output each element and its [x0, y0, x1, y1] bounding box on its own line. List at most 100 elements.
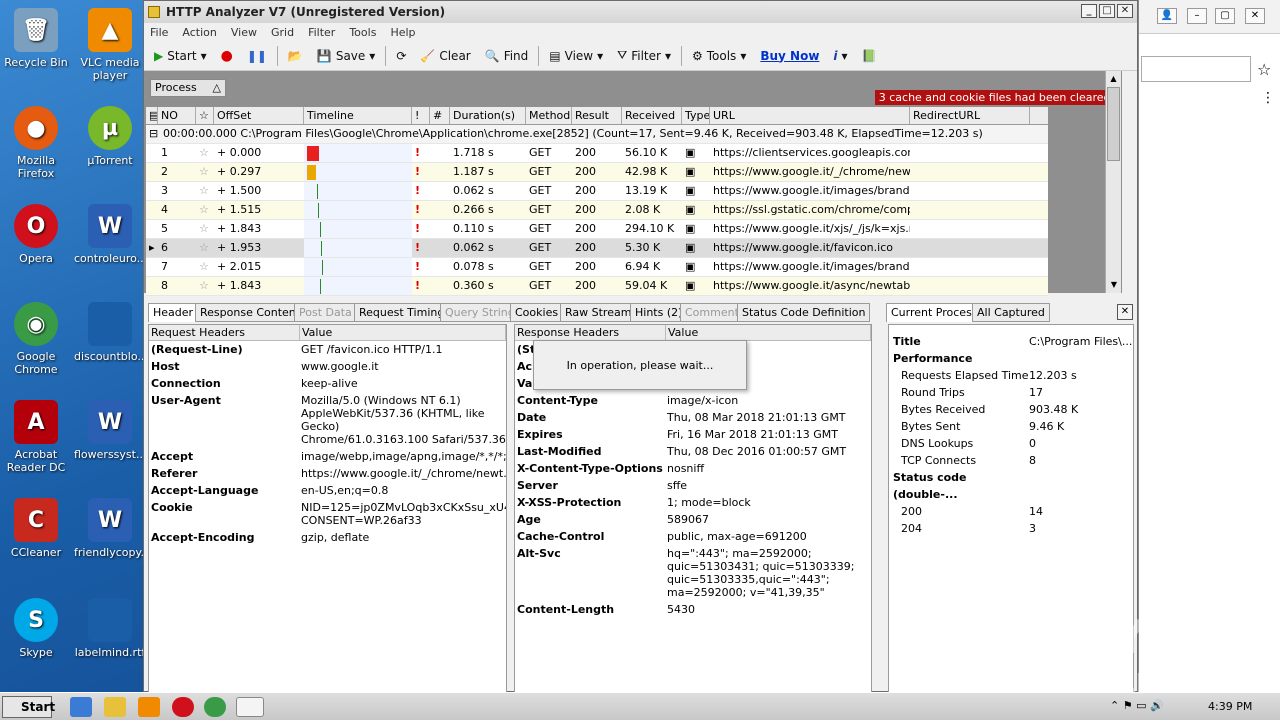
menu-help[interactable]: Help [390, 26, 415, 39]
filter-button[interactable]: ⛛ Filter ▾ [613, 46, 675, 65]
col-timeline[interactable]: Timeline [304, 107, 412, 124]
col-no[interactable]: NO [158, 107, 196, 124]
header-row[interactable]: (Request-Line) GET /favicon.ico HTTP/1.1 [149, 341, 506, 358]
minimize-button[interactable]: – [1187, 8, 1207, 24]
header-row[interactable]: Content-Length 5430 [515, 601, 871, 618]
col-type[interactable]: Type [682, 107, 710, 124]
scroll-up-icon[interactable]: ▲ [1106, 71, 1121, 87]
header-row[interactable]: Accept-Encoding gzip, deflate [149, 529, 506, 546]
table-row[interactable]: ▸ 6 ☆ + 1.953! 0.062 s GET 200 5.30 K ▣ https://w… [146, 239, 1048, 258]
tab-post-data[interactable]: Post Data [294, 303, 357, 322]
tools-button[interactable]: ⚙ Tools ▾ [688, 47, 750, 65]
col-flag[interactable]: ! [412, 107, 430, 124]
header-row[interactable]: Accept-Language en-US,en;q=0.8 [149, 482, 506, 499]
header-row[interactable]: X-XSS-Protection 1; mode=block [515, 494, 871, 511]
opera-icon[interactable] [172, 697, 194, 717]
table-row[interactable]: 4 ☆ + 1.515! 0.266 s GET 200 2.08 K ▣ https://ss… [146, 201, 1048, 220]
tab-cookies[interactable]: Cookies [510, 303, 564, 322]
chrome-icon[interactable] [204, 697, 226, 717]
maximize-button[interactable]: ▢ [1215, 8, 1235, 24]
header-row[interactable]: Host www.google.it [149, 358, 506, 375]
col-url[interactable]: URL [710, 107, 910, 124]
tab-header[interactable]: Header [148, 303, 199, 322]
chrome-menu-icon[interactable]: ⋮ [1261, 90, 1275, 106]
header-row[interactable]: Expires Fri, 16 Mar 2018 21:01:13 GMT [515, 426, 871, 443]
user-icon[interactable]: 👤 [1157, 8, 1177, 24]
desktop-icon-acrobat[interactable]: A Acrobat Reader DC [0, 400, 72, 474]
desktop-icon-firefox[interactable]: ● Mozilla Firefox [0, 106, 72, 180]
header-row[interactable]: Cache-Control public, max-age=691200 [515, 528, 871, 545]
menu-filter[interactable]: Filter [308, 26, 335, 39]
table-row[interactable]: 8 ☆ + 1.843! 0.360 s GET 200 59.04 K ▣ https://w… [146, 277, 1048, 296]
header-row[interactable]: Alt-Svc hq=":443"; ma=2592000; quic=51303… [515, 545, 871, 601]
scroll-thumb[interactable] [1107, 87, 1120, 161]
maximize-button[interactable]: □ [1099, 4, 1115, 18]
license-button[interactable]: 📗 [858, 47, 881, 65]
header-row[interactable]: Date Thu, 08 Mar 2018 21:01:13 GMT [515, 409, 871, 426]
buy-now-link[interactable]: Buy Now [756, 47, 823, 65]
header-row[interactable]: X-Content-Type-Options nosniff [515, 460, 871, 477]
media-player-icon[interactable] [138, 697, 160, 717]
desktop-icon-flowerssyst[interactable]: Wflowerssyst... [74, 400, 146, 461]
http-analyzer-taskbar-icon[interactable] [236, 697, 264, 717]
tab-raw-stream[interactable]: Raw Stream [560, 303, 637, 322]
process-group-button[interactable]: Process △ [150, 79, 226, 97]
stop-button[interactable]: ● [217, 46, 237, 66]
bookmark-star-icon[interactable]: ☆ [1257, 60, 1271, 79]
process-group-row[interactable]: ⊟ 00:00:00.000 C:\Program Files\Google\C… [146, 125, 1048, 144]
ie-icon[interactable] [70, 697, 92, 717]
menu-file[interactable]: File [150, 26, 168, 39]
start-button[interactable]: ▶ Start ▾ [150, 47, 211, 65]
clear-button[interactable]: 🧹 Clear [416, 47, 474, 65]
collapse-icon[interactable]: ⊟ [146, 125, 160, 143]
desktop-icon-vlc[interactable]: ▲ VLC media player [74, 8, 146, 82]
refresh-button[interactable]: ⟳ [392, 47, 410, 65]
pause-button[interactable]: ❚❚ [243, 47, 271, 65]
tab-current-process[interactable]: Current Process [886, 303, 983, 322]
scroll-down-icon[interactable]: ▼ [1106, 277, 1122, 293]
col-redirecturl[interactable]: RedirectURL [910, 107, 1030, 124]
desktop-icon-recycle-bin[interactable]: 🗑 Recycle Bin [0, 8, 72, 69]
tab-comment[interactable]: Comment [680, 303, 744, 322]
grid-menu-icon[interactable]: ▤ [146, 107, 158, 124]
desktop-icon-discountblo[interactable]: discountblo... [74, 302, 148, 363]
info-button[interactable]: i ▾ [829, 47, 851, 65]
desktop-icon-skype[interactable]: S Skype [0, 598, 72, 659]
col-hash[interactable]: # [430, 107, 450, 124]
tab-status-code-definition[interactable]: Status Code Definition [737, 303, 871, 322]
table-row[interactable]: 5 ☆ + 1.843! 0.110 s GET 200 294.10 K ▣ https://… [146, 220, 1048, 239]
col-received[interactable]: Received [622, 107, 682, 124]
desktop-icon-ccleaner[interactable]: C CCleaner [0, 498, 72, 559]
tab-response-content[interactable]: Response Content [195, 303, 306, 322]
explorer-icon[interactable] [104, 697, 126, 717]
view-button[interactable]: ▤ View ▾ [545, 47, 607, 65]
menu-action[interactable]: Action [182, 26, 216, 39]
col-method[interactable]: Method [526, 107, 572, 124]
address-bar[interactable] [1141, 56, 1251, 82]
tab-hints[interactable]: Hints (2) [630, 303, 688, 322]
col-result[interactable]: Result [572, 107, 622, 124]
desktop-icon-controleuro[interactable]: Wcontroleuro... [74, 204, 147, 265]
menu-tools[interactable]: Tools [349, 26, 376, 39]
start-button[interactable]: Start [2, 696, 55, 718]
header-row[interactable]: Last-Modified Thu, 08 Dec 2016 01:00:57 G… [515, 443, 871, 460]
tab-request-timing[interactable]: Request Timing [354, 303, 450, 322]
close-button[interactable]: ✕ [1245, 8, 1265, 24]
header-row[interactable]: User-Agent Mozilla/5.0 (Windows NT 6.1) A… [149, 392, 506, 448]
menu-grid[interactable]: Grid [271, 26, 294, 39]
desktop-icon-friendlycopy[interactable]: Wfriendlycopy... [74, 498, 151, 559]
table-row[interactable]: 1 ☆ + 0.000! 1.718 s GET 200 56.10 K ▣ https://c… [146, 144, 1048, 163]
header-row[interactable]: Accept image/webp,image/apng,image/*,*/*;… [149, 448, 506, 465]
header-row[interactable]: Content-Type image/x-icon [515, 392, 871, 409]
table-row[interactable]: 3 ☆ + 1.500! 0.062 s GET 200 13.19 K ▣ https://w… [146, 182, 1048, 201]
minimize-button[interactable]: _ [1081, 4, 1097, 18]
header-row[interactable]: Cookie NID=125=jp0ZMvLOqb3xCKxSsu_xU4jGV … [149, 499, 506, 529]
header-row[interactable]: Age 589067 [515, 511, 871, 528]
open-button[interactable]: 📂 [284, 47, 307, 65]
desktop-icon-opera[interactable]: O Opera [0, 204, 72, 265]
table-row[interactable]: 7 ☆ + 2.015! 0.078 s GET 200 6.94 K ▣ https://ww… [146, 258, 1048, 277]
table-row[interactable]: 2 ☆ + 0.297! 1.187 s GET 200 42.98 K ▣ https://w… [146, 163, 1048, 182]
col-offset[interactable]: OffSet [214, 107, 304, 124]
grid-scrollbar[interactable]: ▲ ▼ [1105, 71, 1121, 293]
desktop-icon-labelmind[interactable]: labelmind.rtf [74, 598, 146, 659]
